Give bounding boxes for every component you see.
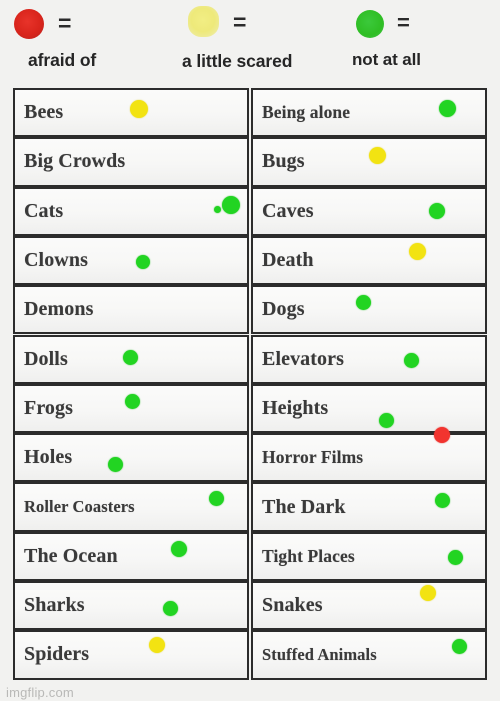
fear-item-label: Heights bbox=[262, 396, 329, 419]
legend-label-a-little-scared: a little scared bbox=[182, 51, 293, 71]
fear-item-label: Horror Films bbox=[262, 447, 364, 468]
table-row[interactable]: Being alone bbox=[251, 88, 487, 138]
green-dot-mark bbox=[435, 493, 450, 509]
table-row[interactable]: Roller Coasters bbox=[13, 482, 249, 532]
equals-sign: = bbox=[58, 10, 72, 36]
yellow-dot-mark bbox=[130, 100, 148, 118]
green-dot-mark bbox=[404, 352, 419, 368]
green-dot-mark bbox=[125, 393, 140, 409]
fear-column-left: Bees Big Crowds Cats Clowns Demons Dolls Frogs… bbox=[13, 88, 249, 680]
table-row[interactable]: The Dark bbox=[251, 482, 487, 532]
legend: = afraid of = a little scared = not at a… bbox=[0, 0, 500, 86]
table-row[interactable]: Horror Films bbox=[251, 427, 487, 483]
table-row[interactable]: Dogs bbox=[251, 285, 487, 335]
legend-label-afraid-of: afraid of bbox=[28, 50, 97, 70]
green-circle-icon bbox=[356, 10, 384, 38]
red-circle-icon bbox=[14, 9, 44, 39]
fear-item-label: Frogs bbox=[24, 396, 74, 419]
fear-item-label: The Ocean bbox=[24, 544, 118, 567]
table-row[interactable]: Clowns bbox=[13, 235, 249, 286]
table-row[interactable]: Tight Places bbox=[251, 531, 487, 581]
table-row[interactable]: Spiders bbox=[13, 630, 249, 680]
legend-item-afraid-of: = bbox=[14, 9, 71, 39]
fear-item-label: Caves bbox=[262, 199, 314, 222]
fear-item-label: Big Crowds bbox=[24, 150, 126, 173]
fear-item-label: Elevators bbox=[262, 347, 344, 370]
fear-item-label: Stuffed Animals bbox=[262, 644, 377, 664]
table-row[interactable]: Cats bbox=[13, 186, 249, 236]
equals-sign: = bbox=[233, 9, 247, 35]
table-row[interactable]: Demons bbox=[13, 285, 249, 335]
yellow-dot-mark bbox=[369, 147, 386, 165]
fear-item-label: Dolls bbox=[24, 347, 68, 370]
green-dot-mark bbox=[214, 205, 221, 213]
fear-item-label: Being alone bbox=[262, 102, 351, 123]
fear-item-label: Snakes bbox=[262, 594, 323, 617]
green-dot-mark bbox=[163, 601, 178, 616]
fear-item-label: Clowns bbox=[24, 249, 88, 272]
table-row[interactable]: Snakes bbox=[251, 581, 487, 631]
green-dot-mark bbox=[429, 202, 445, 219]
fear-item-label: Roller Coasters bbox=[24, 497, 135, 517]
fear-column-right: Being alone Bugs Caves Death Dogs Elevators He… bbox=[251, 88, 487, 680]
table-row[interactable]: Stuffed Animals bbox=[251, 630, 487, 680]
table-row[interactable]: Heights bbox=[251, 383, 487, 434]
green-dot-mark bbox=[439, 100, 456, 117]
watermark: imgflip.com bbox=[6, 685, 74, 700]
green-dot-mark bbox=[171, 540, 187, 557]
table-row[interactable]: The Ocean bbox=[13, 531, 249, 581]
fear-item-label: Demons bbox=[24, 298, 94, 321]
yellow-dot-mark bbox=[409, 242, 426, 260]
green-dot-mark bbox=[209, 491, 224, 507]
table-row[interactable]: Big Crowds bbox=[13, 137, 249, 187]
yellow-dot-mark bbox=[420, 585, 436, 601]
legend-item-not-at-all: = bbox=[356, 10, 410, 38]
fear-item-label: Bugs bbox=[262, 150, 305, 173]
fear-item-label: Bees bbox=[24, 101, 64, 124]
table-row[interactable]: Death bbox=[251, 235, 487, 286]
fear-item-label: Death bbox=[262, 249, 314, 272]
fear-item-label: Sharks bbox=[24, 594, 85, 617]
yellow-dot-mark bbox=[149, 637, 165, 654]
green-dot-mark bbox=[222, 195, 240, 214]
legend-label-not-at-all: not at all bbox=[352, 50, 421, 69]
fear-item-label: Holes bbox=[24, 446, 73, 469]
fear-item-label: Tight Places bbox=[262, 545, 355, 566]
green-dot-mark bbox=[452, 639, 467, 655]
table-row[interactable]: Bugs bbox=[251, 137, 487, 187]
green-dot-mark bbox=[448, 549, 463, 565]
table-row[interactable]: Holes bbox=[13, 433, 249, 483]
fear-item-label: Cats bbox=[24, 199, 64, 222]
fear-item-label: The Dark bbox=[262, 495, 346, 518]
green-dot-mark bbox=[108, 457, 123, 473]
table-row[interactable]: Elevators bbox=[251, 334, 487, 384]
green-dot-mark bbox=[379, 412, 394, 428]
fear-checklist-table: Bees Big Crowds Cats Clowns Demons Dolls Frogs… bbox=[13, 88, 487, 680]
green-dot-mark bbox=[123, 349, 138, 365]
green-dot-mark bbox=[136, 254, 150, 269]
table-row[interactable]: Sharks bbox=[13, 581, 249, 631]
legend-item-a-little-scared: = bbox=[188, 6, 246, 37]
fear-item-label: Spiders bbox=[24, 643, 90, 666]
table-row[interactable]: Frogs bbox=[13, 383, 249, 434]
table-row[interactable]: Bees bbox=[13, 88, 249, 138]
red-dot-mark bbox=[434, 427, 450, 444]
yellow-circle-icon bbox=[188, 6, 219, 37]
fear-item-label: Dogs bbox=[262, 298, 305, 321]
equals-sign: = bbox=[397, 10, 410, 35]
table-row[interactable]: Caves bbox=[251, 186, 487, 236]
green-dot-mark bbox=[356, 295, 371, 311]
table-row[interactable]: Dolls bbox=[13, 334, 249, 384]
